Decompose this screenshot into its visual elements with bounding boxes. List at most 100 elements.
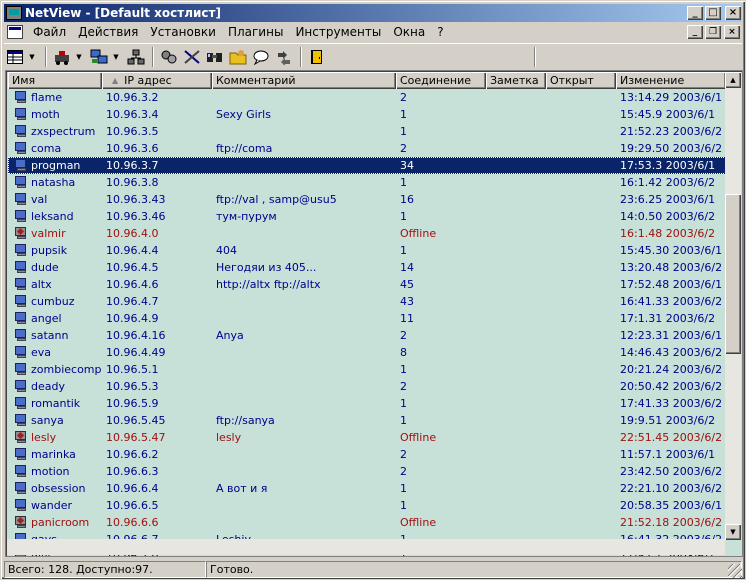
host-ip: 10.96.4.0 bbox=[106, 227, 159, 240]
find-icon[interactable] bbox=[204, 46, 226, 68]
column-header-comment[interactable]: Комментарий bbox=[212, 72, 396, 89]
resize-grip-icon[interactable] bbox=[728, 564, 742, 578]
view-dropdown-icon[interactable]: ▼ bbox=[27, 46, 37, 68]
column-header-name[interactable]: Имя bbox=[8, 72, 102, 89]
host-changed: 21:52.23 2003/6/2 bbox=[620, 125, 723, 138]
menu-file[interactable]: Файл bbox=[27, 25, 72, 39]
host-row[interactable]: altx 10.96.4.6 http://altx ftp://altx 45 17:… bbox=[8, 276, 726, 293]
shared-folder-icon[interactable] bbox=[227, 46, 249, 68]
menu-tools[interactable]: Инструменты bbox=[289, 25, 387, 39]
host-connection: Offline bbox=[400, 227, 437, 240]
host-name-cell: cumbuz bbox=[8, 295, 102, 308]
host-row[interactable]: obsession 10.96.6.4 А вот и я 1 22:21.10 200… bbox=[8, 480, 726, 497]
transfer-icon[interactable] bbox=[273, 46, 295, 68]
minimize-button[interactable]: _ bbox=[687, 6, 703, 20]
scroll-down-icon[interactable]: ▼ bbox=[725, 524, 741, 540]
host-ip: 10.96.5.47 bbox=[106, 431, 166, 444]
scroll-thumb[interactable] bbox=[725, 194, 741, 354]
scan-dropdown-icon[interactable]: ▼ bbox=[74, 46, 84, 68]
host-row[interactable]: flame 10.96.3.2 2 13:14.29 2003/6/1 bbox=[8, 89, 726, 106]
host-row[interactable]: motion 10.96.6.3 2 23:42.50 2003/6/2 bbox=[8, 463, 726, 480]
horizontal-scrollbar[interactable] bbox=[7, 539, 725, 555]
host-changed: 20:21.24 2003/6/2 bbox=[620, 363, 723, 376]
menu-settings[interactable]: Установки bbox=[144, 25, 222, 39]
scroll-up-icon[interactable]: ▲ bbox=[725, 72, 741, 88]
network-computers-icon[interactable] bbox=[88, 46, 110, 68]
document-icon[interactable] bbox=[7, 25, 23, 39]
host-row[interactable]: pupsik 10.96.4.4 404 1 15:45.30 2003/6/1 bbox=[8, 242, 726, 259]
computer-icon bbox=[14, 176, 28, 189]
host-row[interactable]: eva 10.96.4.49 8 14:46.43 2003/6/2 bbox=[8, 344, 726, 361]
host-changed: 22:21.10 2003/6/2 bbox=[620, 482, 723, 495]
vertical-scrollbar[interactable]: ▲ ▼ bbox=[725, 72, 741, 540]
menu-plugins[interactable]: Плагины bbox=[222, 25, 289, 39]
host-list[interactable]: Имя ▲ IP адрес Комментарий Соединение За… bbox=[5, 70, 743, 557]
host-row[interactable]: zxspectrum 10.96.3.5 1 21:52.23 2003/6/2 bbox=[8, 123, 726, 140]
host-connection: 34 bbox=[400, 159, 414, 172]
column-header-open[interactable]: Открыт bbox=[546, 72, 616, 89]
maximize-button[interactable]: □ bbox=[705, 6, 721, 20]
child-minimize-button[interactable]: _ bbox=[687, 25, 703, 39]
message-icon[interactable] bbox=[250, 46, 272, 68]
computer-icon bbox=[14, 261, 28, 274]
host-row[interactable]: coma 10.96.3.6 ftp://coma 2 19:29.50 2003/6/… bbox=[8, 140, 726, 157]
host-row[interactable]: zombiecomp 10.96.5.1 1 20:21.24 2003/6/2 bbox=[8, 361, 726, 378]
close-button[interactable]: × bbox=[725, 6, 741, 20]
exit-door-icon[interactable] bbox=[306, 46, 328, 68]
child-restore-button[interactable]: ❐ bbox=[705, 25, 721, 39]
host-connection: 1 bbox=[400, 363, 407, 376]
scan-network-icon[interactable] bbox=[51, 46, 73, 68]
tools-icon[interactable] bbox=[158, 46, 180, 68]
host-row[interactable]: wander 10.96.6.5 1 20:58.35 2003/6/1 bbox=[8, 497, 726, 514]
menu-help[interactable]: ? bbox=[431, 25, 449, 39]
host-name-cell: sanya bbox=[8, 414, 102, 427]
network-dropdown-icon[interactable]: ▼ bbox=[111, 46, 121, 68]
host-name: natasha bbox=[31, 176, 76, 189]
view-list-icon[interactable] bbox=[4, 46, 26, 68]
host-ip: 10.96.3.2 bbox=[106, 91, 159, 104]
host-row[interactable]: satann 10.96.4.16 Anya 2 12:23.31 2003/6/1 bbox=[8, 327, 726, 344]
host-name: progman bbox=[31, 159, 81, 172]
disconnect-icon[interactable] bbox=[181, 46, 203, 68]
column-header-changed[interactable]: Изменение bbox=[616, 72, 726, 89]
host-changed: 14:46.43 2003/6/2 bbox=[620, 346, 723, 359]
computer-icon bbox=[14, 397, 28, 410]
host-row[interactable]: progman 10.96.3.7 34 17:53.3 2003/6/1 bbox=[8, 157, 726, 174]
title-bar[interactable]: NetView - [Default хостлист] _ □ × bbox=[4, 4, 742, 22]
column-header-note[interactable]: Заметка bbox=[486, 72, 546, 89]
host-name-cell: valmir bbox=[8, 227, 102, 240]
host-changed: 11:57.1 2003/6/1 bbox=[620, 448, 716, 461]
menu-actions[interactable]: Действия bbox=[72, 25, 144, 39]
host-ip: 10.96.3.5 bbox=[106, 125, 159, 138]
host-name: leksand bbox=[31, 210, 74, 223]
column-header-connection[interactable]: Соединение bbox=[396, 72, 486, 89]
host-row[interactable]: lesly 10.96.5.47 lesly Offline 22:51.45 2003… bbox=[8, 429, 726, 446]
host-row[interactable]: sanya 10.96.5.45 ftp://sanya 1 19:9.51 2003/… bbox=[8, 412, 726, 429]
host-row[interactable]: panicroom 10.96.6.6 Offline 21:52.18 2003/6… bbox=[8, 514, 726, 531]
host-connection: 43 bbox=[400, 295, 414, 308]
host-row[interactable]: marinka 10.96.6.2 2 11:57.1 2003/6/1 bbox=[8, 446, 726, 463]
menu-windows[interactable]: Окна bbox=[387, 25, 431, 39]
host-changed: 19:9.51 2003/6/2 bbox=[620, 414, 716, 427]
child-close-button[interactable]: × bbox=[724, 25, 740, 39]
host-row[interactable]: moth 10.96.3.4 Sexy Girls 1 15:45.9 2003/6/1 bbox=[8, 106, 726, 123]
host-row[interactable]: leksand 10.96.3.46 тум-пурум 1 14:0.50 2003/… bbox=[8, 208, 726, 225]
host-row[interactable]: valmir 10.96.4.0 Offline 16:1.48 2003/6/2 bbox=[8, 225, 726, 242]
host-row[interactable]: angel 10.96.4.9 11 17:1.31 2003/6/2 bbox=[8, 310, 726, 327]
app-icon[interactable] bbox=[6, 6, 22, 20]
host-row[interactable]: natasha 10.96.3.8 1 16:1.42 2003/6/2 bbox=[8, 174, 726, 191]
computer-icon bbox=[14, 329, 28, 342]
host-name: val bbox=[31, 193, 48, 206]
host-ip: 10.96.3.8 bbox=[106, 176, 159, 189]
workgroup-icon[interactable] bbox=[125, 46, 147, 68]
host-ip: 10.96.4.49 bbox=[106, 346, 166, 359]
host-row[interactable]: cumbuz 10.96.4.7 43 16:41.33 2003/6/2 bbox=[8, 293, 726, 310]
host-connection: 2 bbox=[400, 465, 407, 478]
host-row[interactable]: deady 10.96.5.3 2 20:50.42 2003/6/2 bbox=[8, 378, 726, 395]
computer-icon bbox=[14, 482, 28, 495]
status-counts: Всего: 128. Доступно:97. bbox=[4, 561, 206, 578]
host-row[interactable]: val 10.96.3.43 ftp://val , samp@usu5 16 23:6… bbox=[8, 191, 726, 208]
column-header-ip[interactable]: ▲ IP адрес bbox=[102, 72, 212, 89]
host-row[interactable]: romantik 10.96.5.9 1 17:41.33 2003/6/2 bbox=[8, 395, 726, 412]
host-row[interactable]: dude 10.96.4.5 Негодяи из 405... 14 13:20.48… bbox=[8, 259, 726, 276]
